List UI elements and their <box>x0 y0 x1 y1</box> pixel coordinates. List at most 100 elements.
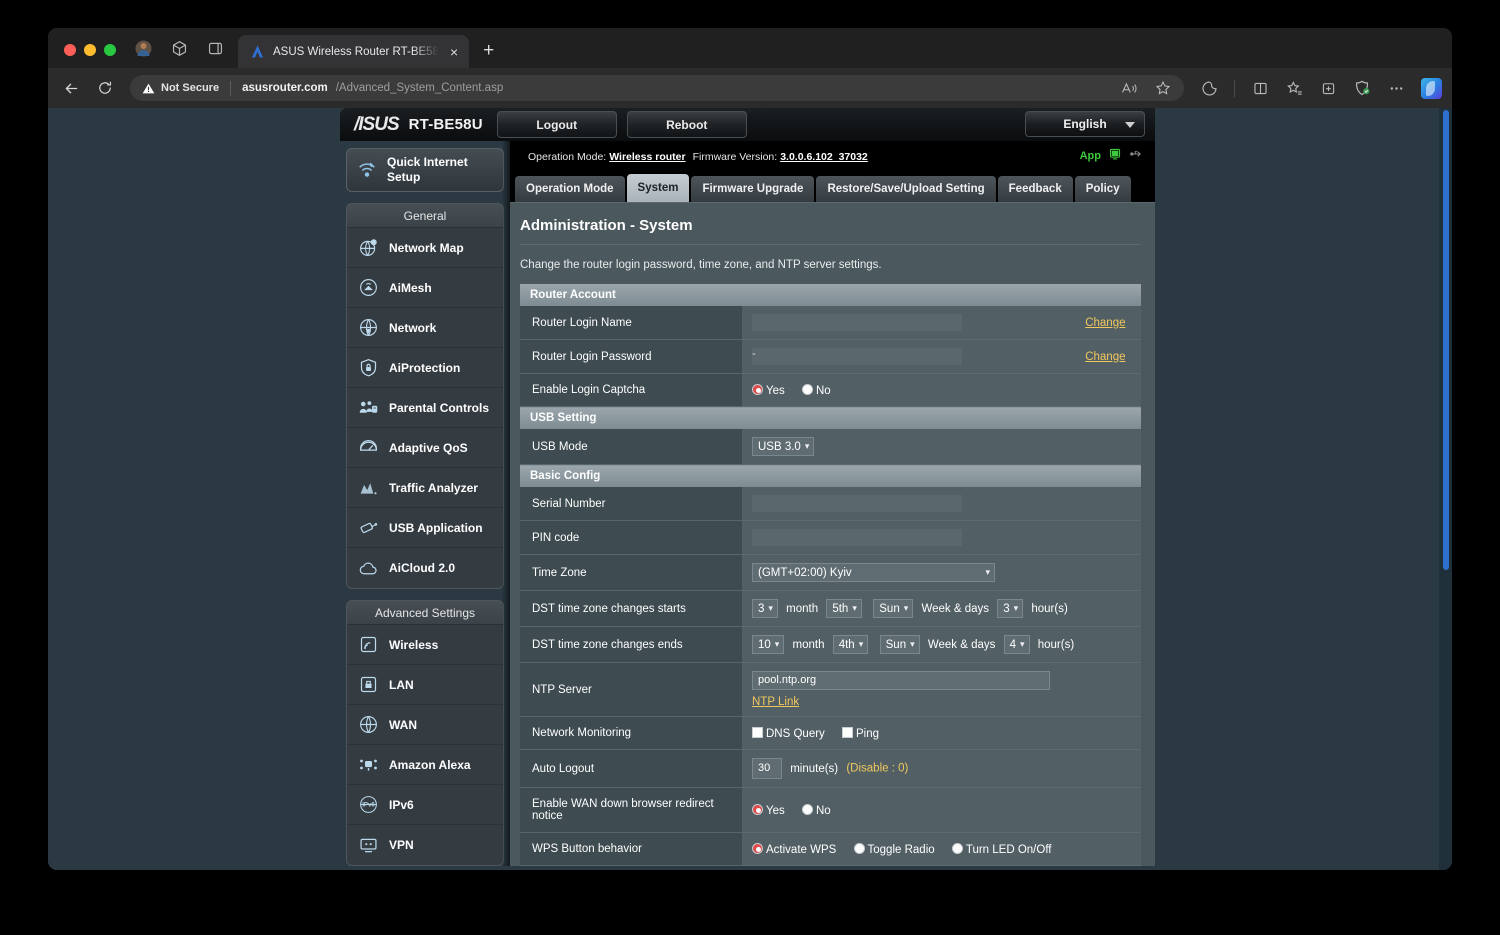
wps-toggle-radio-radio[interactable]: Toggle Radio <box>853 842 935 856</box>
dst-end-month-value: 10 <box>758 638 771 651</box>
close-window-button[interactable] <box>64 44 76 56</box>
wan-globe-icon <box>357 714 379 736</box>
favorites-list-icon[interactable] <box>1285 79 1303 97</box>
dst-start-week-value: 5th <box>832 602 849 615</box>
auto-logout-note: (Disable : 0) <box>846 762 909 775</box>
settings-table: Router Account Router Login Name Change <box>520 284 1141 866</box>
dst-start-hour-select[interactable]: 3 ▾ <box>997 599 1024 618</box>
time-zone-value: (GMT+02:00) Kyiv <box>758 566 852 579</box>
sidebar-item-network-map[interactable]: Network Map <box>347 228 503 268</box>
sidebar-item-aimesh[interactable]: AiMesh <box>347 268 503 308</box>
tab-sidebar-icon[interactable] <box>206 39 224 57</box>
firmware-version-value[interactable]: 3.0.0.6.102_37032 <box>780 151 868 163</box>
tab-feedback[interactable]: Feedback <box>997 176 1073 202</box>
operation-mode-value[interactable]: Wireless router <box>609 151 685 163</box>
usb-status-icon[interactable] <box>1129 147 1143 164</box>
app-label: App <box>1079 149 1101 162</box>
language-select[interactable]: English <box>1025 111 1145 137</box>
logout-button[interactable]: Logout <box>496 111 617 138</box>
auto-logout-input[interactable]: 30 <box>752 758 782 779</box>
time-zone-select[interactable]: (GMT+02:00) Kyiv ▾ <box>752 563 995 582</box>
sidebar-item-parental-controls[interactable]: Parental Controls <box>347 388 503 428</box>
sidebar-item-aicloud[interactable]: AiCloud 2.0 <box>347 548 503 588</box>
split-screen-icon[interactable] <box>1251 79 1269 97</box>
ntp-link[interactable]: NTP Link <box>752 696 799 708</box>
radio-icon <box>951 842 963 854</box>
wps-activate-radio[interactable]: Activate WPS <box>752 842 836 856</box>
sidebar-item-usb-application[interactable]: USB Application <box>347 508 503 548</box>
dst-end-hour-select[interactable]: 4 ▾ <box>1003 635 1030 654</box>
tab-restore-save-upload-setting[interactable]: Restore/Save/Upload Setting <box>816 176 996 202</box>
scrollbar-thumb[interactable] <box>1443 110 1449 570</box>
tab-policy[interactable]: Policy <box>1074 176 1131 202</box>
dst-end-day-select[interactable]: Sun ▾ <box>879 635 920 654</box>
dst-start-month-select[interactable]: 3 ▾ <box>752 599 778 618</box>
time-zone-cell: (GMT+02:00) Kyiv ▾ <box>742 554 1141 591</box>
quick-internet-setup-button[interactable]: Quick Internet Setup <box>346 148 504 192</box>
wan-redirect-yes-radio[interactable]: Yes <box>752 803 785 817</box>
dst-start-day-select[interactable]: Sun ▾ <box>873 599 914 618</box>
reload-icon[interactable] <box>90 74 120 102</box>
url-path: /Advanced_System_Content.asp <box>335 82 504 94</box>
sidebar-item-label: AiCloud 2.0 <box>389 561 456 575</box>
mobile-app-icon[interactable] <box>1108 147 1122 164</box>
sidebar-item-network[interactable]: Network <box>347 308 503 348</box>
chevron-down-icon: ▾ <box>852 603 857 613</box>
tab-operation-mode[interactable]: Operation Mode <box>515 176 625 202</box>
back-icon[interactable] <box>56 74 86 102</box>
sidebar-item-amazon-alexa[interactable]: Amazon Alexa <box>347 745 503 785</box>
wps-turn-led-radio[interactable]: Turn LED On/Off <box>951 842 1052 856</box>
vpn-icon <box>357 834 379 856</box>
wan-redirect-no-radio[interactable]: No <box>801 803 831 817</box>
page-scrollbar[interactable] <box>1439 108 1452 870</box>
sidebar-item-vpn[interactable]: VPN <box>347 825 503 865</box>
dst-end-month-select[interactable]: 10 ▾ <box>752 635 785 654</box>
browser-toolbar-icons <box>1188 77 1442 99</box>
read-aloud-icon[interactable] <box>1120 79 1138 97</box>
sidebar-item-label: VPN <box>389 838 414 852</box>
dst-end-week-select[interactable]: 4th ▾ <box>832 635 869 654</box>
sidebar-item-wireless[interactable]: Wireless <box>347 625 503 665</box>
captcha-yes-label: Yes <box>766 384 785 397</box>
browser-tab[interactable]: ASUS Wireless Router RT-BE58 × <box>238 35 470 68</box>
minimize-window-button[interactable] <box>84 44 96 56</box>
sidebar-item-traffic-analyzer[interactable]: Traffic Analyzer <box>347 468 503 508</box>
sidebar-item-ipv6[interactable]: IPv6 IPv6 <box>347 785 503 825</box>
new-tab-button[interactable]: + <box>469 41 504 68</box>
collections-icon[interactable] <box>1319 79 1337 97</box>
favorite-icon[interactable] <box>1154 79 1172 97</box>
workspaces-icon[interactable] <box>170 39 188 57</box>
change-login-password-link[interactable]: Change <box>1085 351 1125 363</box>
reboot-button[interactable]: Reboot <box>626 111 747 138</box>
page-title: Administration - System <box>520 217 693 234</box>
shield-check-icon[interactable] <box>1353 79 1371 97</box>
ntp-server-input[interactable]: pool.ntp.org <box>752 671 1050 690</box>
router-body: Quick Internet Setup General Network Map <box>340 141 1155 866</box>
captcha-no-radio[interactable]: No <box>801 383 831 397</box>
profile-avatar-icon[interactable] <box>134 39 152 57</box>
ping-checkbox[interactable]: Ping <box>842 726 879 740</box>
tab-system[interactable]: System <box>626 174 690 202</box>
copilot-icon[interactable] <box>1421 77 1442 99</box>
table-row: USB Mode USB 3.0 ▾ <box>520 429 1141 465</box>
captcha-yes-radio[interactable]: Yes <box>752 383 785 397</box>
security-status[interactable]: Not Secure <box>142 82 219 95</box>
url-input[interactable]: Not Secure asusrouter.com/Advanced_Syste… <box>130 75 1184 101</box>
sidebar-item-adaptive-qos[interactable]: Adaptive QoS <box>347 428 503 468</box>
sidebar-item-lan[interactable]: LAN <box>347 665 503 705</box>
settings-more-icon[interactable] <box>1387 79 1405 97</box>
close-tab-button[interactable]: × <box>447 43 461 61</box>
sidebar-item-wan[interactable]: WAN <box>347 705 503 745</box>
usb-application-icon <box>357 517 379 539</box>
dns-query-checkbox[interactable]: DNS Query <box>752 726 825 740</box>
settings-panel: Administration - System Change the route… <box>510 202 1155 866</box>
sidebar-item-aiprotection[interactable]: AiProtection <box>347 348 503 388</box>
router-login-name-field[interactable] <box>752 314 962 331</box>
change-login-name-link[interactable]: Change <box>1085 317 1125 329</box>
browser-essentials-icon[interactable] <box>1200 79 1218 97</box>
router-login-password-field[interactable]: - <box>752 348 962 365</box>
tab-firmware-upgrade[interactable]: Firmware Upgrade <box>691 176 815 202</box>
usb-mode-select[interactable]: USB 3.0 ▾ <box>752 437 815 456</box>
dst-start-week-select[interactable]: 5th ▾ <box>826 599 862 618</box>
maximize-window-button[interactable] <box>104 44 116 56</box>
